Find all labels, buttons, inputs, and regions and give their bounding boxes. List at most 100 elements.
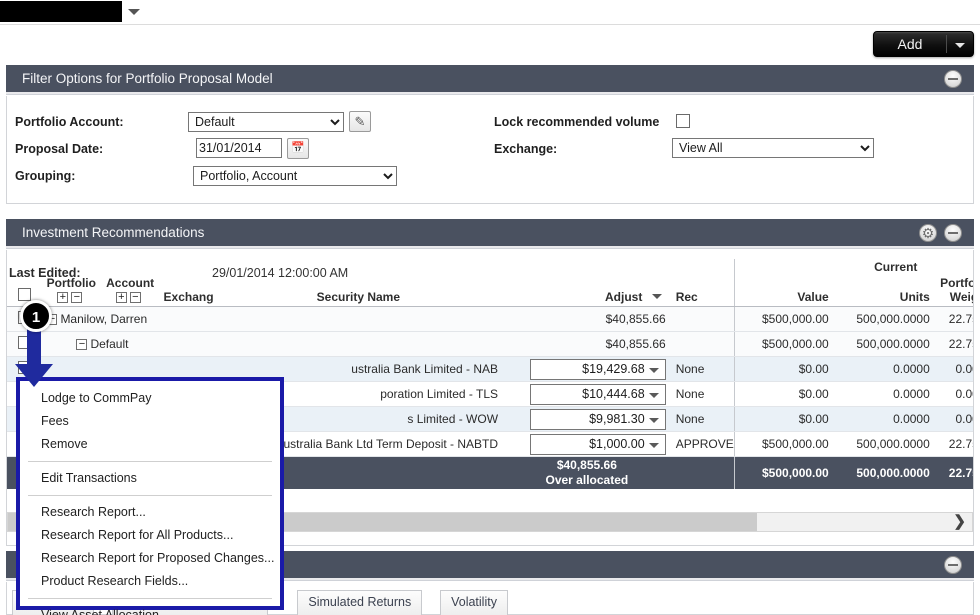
context-menu-item-research-report-for-all-products[interactable]: Research Report for All Products... <box>20 524 280 547</box>
exchange-select[interactable]: View All <box>672 138 874 158</box>
row-group-name-cell[interactable]: − Manilow, Darren <box>41 306 504 332</box>
context-menu-separator <box>28 598 272 599</box>
down-arrow-icon <box>15 326 53 387</box>
filter-options-header: Filter Options for Portfolio Proposal Mo… <box>6 65 974 92</box>
adjust-value: $10,444.68 <box>582 386 645 401</box>
context-menu-item-view-asset-allocation[interactable]: View Asset Allocation <box>20 604 280 615</box>
grouping-select[interactable]: Portfolio, Account <box>193 166 397 186</box>
context-menu-item-label: Edit Transactions <box>41 471 137 485</box>
col-header-current-value[interactable]: Value <box>734 276 834 307</box>
row-current-portfolio-weight-cell: 0.00% <box>934 356 973 382</box>
grid-settings-button[interactable]: ⚙ <box>919 224 937 242</box>
adjust-spinner[interactable]: $9,981.30 <box>529 408 666 430</box>
col-header-portfolio-label: Portfolio <box>46 276 96 290</box>
portfolio-account-label: Portfolio Account: <box>15 115 124 129</box>
sort-descending-icon[interactable] <box>651 294 662 300</box>
row-current-units-cell: 0.0000 <box>833 356 935 382</box>
asset-allocation-collapse-button[interactable] <box>944 556 962 574</box>
table-row[interactable]: − Default $40,855.66 $500,000.00 500,000.000… <box>7 331 973 357</box>
row-current-units-cell: 0.0000 <box>833 406 935 432</box>
group-header-current: Current <box>734 259 973 276</box>
row-group-name: Manilow, Darren <box>60 312 148 326</box>
context-menu-separator <box>28 495 272 496</box>
adjust-spinner[interactable]: $10,444.68 <box>529 383 666 405</box>
calendar-picker-button[interactable]: 📅 <box>287 138 309 159</box>
plus-box-icon[interactable]: + <box>115 292 127 304</box>
total-current-units-cell: 500,000.0000 <box>856 465 930 480</box>
filter-header-underline <box>6 92 974 95</box>
add-button-label: Add <box>897 36 923 52</box>
row-current-units-cell: 0.0000 <box>833 381 935 407</box>
table-row[interactable]: − Manilow, Darren $40,855.66 $500,000.00 500… <box>7 306 973 332</box>
context-menu-item-lodge-to-commpay[interactable]: Lodge to CommPay <box>20 387 280 410</box>
context-menu[interactable]: Lodge to CommPay Fees Remove Edit Transacti… <box>16 377 284 615</box>
row-adjust-cell[interactable]: $40,855.66 <box>503 331 671 357</box>
pencil-icon: ✎ <box>354 114 366 129</box>
adjust-spinner[interactable]: $19,429.68 <box>529 358 666 380</box>
chevron-down-icon[interactable] <box>955 43 965 48</box>
minus-box-icon[interactable]: − <box>129 292 141 304</box>
total-current-value-cell: $500,000.00 <box>734 456 834 489</box>
context-menu-item-label: Research Report for Proposed Changes... <box>41 551 275 565</box>
row-current-value-cell: $0.00 <box>734 406 834 432</box>
context-menu-item-research-report-for-proposed-changes[interactable]: Research Report for Proposed Changes... <box>20 547 280 570</box>
recommendations-collapse-button[interactable] <box>944 224 962 242</box>
row-rec-cell: None <box>670 406 735 432</box>
plus-box-icon[interactable]: + <box>57 292 69 304</box>
row-current-units-cell: 500,000.0000 <box>833 331 935 357</box>
row-adjust-cell[interactable]: $9,981.30 <box>503 406 671 432</box>
row-group-name: Default <box>90 337 129 351</box>
minus-box-icon[interactable]: − <box>71 292 83 304</box>
row-current-value-cell: $0.00 <box>734 381 834 407</box>
tab-simulated-returns[interactable]: Simulated Returns <box>297 590 423 615</box>
col-header-security-name[interactable]: Security Name <box>213 276 504 307</box>
chevron-down-icon[interactable] <box>648 417 659 423</box>
context-menu-item-label: Research Report... <box>41 505 146 519</box>
account-selector-redacted[interactable] <box>0 1 122 22</box>
proposal-date-label: Proposal Date: <box>15 142 104 156</box>
adjust-spinner[interactable]: $1,000.00 <box>529 433 666 455</box>
proposal-date-input[interactable] <box>196 138 282 158</box>
context-menu-item-fees[interactable]: Fees <box>20 410 280 433</box>
edit-portfolio-account-button[interactable]: ✎ <box>349 111 371 132</box>
chevron-down-icon[interactable] <box>648 442 659 448</box>
portfolio-account-select[interactable]: Default <box>188 112 344 132</box>
context-menu-item-remove[interactable]: Remove <box>20 433 280 456</box>
select-all-checkbox[interactable] <box>17 288 31 301</box>
row-current-value-cell: $500,000.00 <box>734 331 834 357</box>
lock-recommended-volume-checkbox[interactable] <box>676 114 690 128</box>
col-header-portfolio[interactable]: Portfolio + − <box>41 276 102 307</box>
minus-circle-icon <box>948 564 958 566</box>
col-header-rec[interactable]: Rec <box>670 276 735 307</box>
context-menu-item-product-research-fields[interactable]: Product Research Fields... <box>20 570 280 593</box>
col-header-account-label: Account <box>106 276 155 290</box>
row-adjust-cell[interactable]: $19,429.68 <box>503 356 671 382</box>
row-adjust-cell[interactable]: $1,000.00 <box>503 431 671 457</box>
context-menu-item-edit-transactions[interactable]: Edit Transactions <box>20 467 280 490</box>
add-button-divider <box>946 35 947 53</box>
chevron-down-icon[interactable] <box>128 9 140 15</box>
investment-recommendations-title: Investment Recommendations <box>22 225 205 240</box>
chevron-right-icon[interactable]: ❯ <box>953 513 966 531</box>
add-button[interactable]: Add <box>873 31 974 57</box>
context-menu-item-label: Fees <box>41 414 69 428</box>
annotation-step-badge: 1 <box>20 300 52 332</box>
row-current-units-cell: 500,000.0000 <box>833 431 935 457</box>
row-group-name-cell[interactable]: − Default <box>41 331 504 357</box>
col-header-current-portfolio-weight[interactable]: PortfolioWeight <box>934 276 973 307</box>
row-current-value-cell: $500,000.00 <box>734 306 834 332</box>
row-current-portfolio-weight-cell: 22.75% <box>934 331 973 357</box>
minus-box-icon[interactable]: − <box>76 339 88 351</box>
row-adjust-cell[interactable]: $10,444.68 <box>503 381 671 407</box>
chevron-down-icon[interactable] <box>648 367 659 373</box>
row-adjust-cell[interactable]: $40,855.66 <box>503 306 671 332</box>
col-header-adjust[interactable]: Adjust <box>503 276 671 307</box>
tab-volatility[interactable]: Volatility <box>440 590 508 615</box>
chevron-down-icon[interactable] <box>648 392 659 398</box>
filter-collapse-button[interactable] <box>944 70 962 88</box>
col-header-exchange[interactable]: Exchange <box>158 276 214 307</box>
context-menu-item-research-report[interactable]: Research Report... <box>20 501 280 524</box>
col-header-current-units[interactable]: Units <box>833 276 935 307</box>
col-header-account[interactable]: Account + − <box>101 276 159 307</box>
grid-column-header-row: Portfolio +− Account +− Exchange Securit… <box>7 276 973 307</box>
